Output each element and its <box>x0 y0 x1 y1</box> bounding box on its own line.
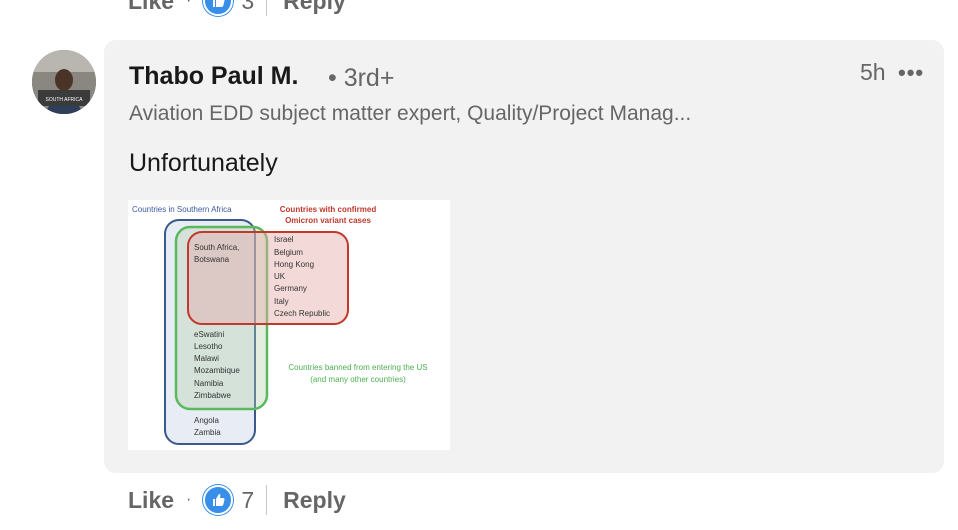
omicron-country: UK <box>274 272 286 281</box>
omicron-country: Israel <box>274 235 294 244</box>
banned-country: Zimbabwe <box>194 391 231 400</box>
reaction-count[interactable]: 3 <box>241 0 254 15</box>
omicron-country: Czech Republic <box>274 309 330 318</box>
comment-text: Unfortunately <box>129 149 278 177</box>
like-reaction-icon[interactable] <box>203 485 234 515</box>
banned-label-line1: Countries banned from entering the US <box>288 363 427 372</box>
banned-country: Mozambique <box>194 366 240 375</box>
omicron-country: Belgium <box>274 248 303 257</box>
separator-dot: · <box>186 0 192 9</box>
banned-country: eSwatini <box>194 330 224 339</box>
intersection-line1: South Africa, <box>194 243 239 252</box>
omicron-country: Italy <box>274 297 289 306</box>
divider <box>266 485 268 515</box>
omicron-country: Germany <box>274 284 307 293</box>
avatar-sign-text: SOUTH AFRICA <box>46 97 84 103</box>
banned-country: Malawi <box>194 354 219 363</box>
connection-degree: • 3rd+ <box>328 64 395 92</box>
omicron-country: Hong Kong <box>274 260 314 269</box>
author-name[interactable]: Thabo Paul M. <box>129 62 298 91</box>
comment-actions: Like · 7 Reply <box>128 482 346 518</box>
timestamp: 5h <box>860 59 886 85</box>
previous-comment-actions: Like · 3 Reply <box>128 0 346 16</box>
reply-button[interactable]: Reply <box>283 0 346 15</box>
reaction-count[interactable]: 7 <box>241 487 254 514</box>
banned-label-line2: (and many other countries) <box>310 375 406 384</box>
title-omicron-line2: Omicron variant cases <box>285 216 371 225</box>
divider <box>266 0 268 16</box>
like-button[interactable]: Like <box>128 487 174 514</box>
like-reaction-icon[interactable] <box>203 0 234 16</box>
avatar[interactable]: SOUTH AFRICA <box>32 50 96 114</box>
title-southern-africa: Countries in Southern Africa <box>132 205 232 214</box>
reply-button[interactable]: Reply <box>283 487 346 514</box>
intersection-line2: Botswana <box>194 255 230 264</box>
author-headline: Aviation EDD subject matter expert, Qual… <box>129 102 692 125</box>
like-button[interactable]: Like <box>128 0 174 15</box>
separator-dot: · <box>186 491 192 508</box>
southern-country: Angola <box>194 416 219 425</box>
banned-country: Lesotho <box>194 342 223 351</box>
comment-image[interactable]: Countries in Southern Africa Countries w… <box>128 200 450 450</box>
more-options-icon[interactable]: ••• <box>898 60 924 86</box>
southern-country: Zambia <box>194 428 221 437</box>
title-omicron-line1: Countries with confirmed <box>280 205 377 214</box>
banned-country: Namibia <box>194 379 224 388</box>
